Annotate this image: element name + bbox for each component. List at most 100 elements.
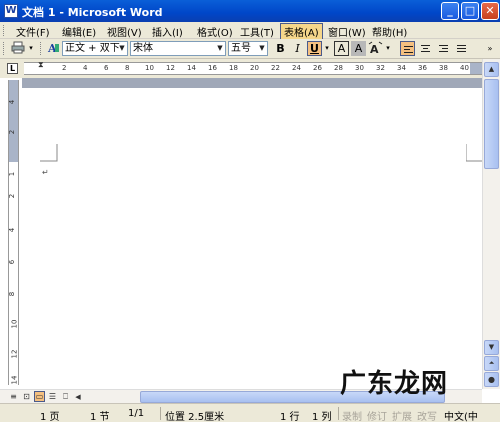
ruler-tick: 34 xyxy=(397,64,406,72)
status-line: 1 行 xyxy=(280,412,300,422)
print-icon[interactable] xyxy=(10,41,26,56)
status-divider xyxy=(338,407,339,420)
style-combo[interactable]: 正文 + 双下 ▼ xyxy=(62,41,128,56)
scroll-left-arrow-icon[interactable]: ◀ xyxy=(72,391,84,403)
ruler-tick: 36 xyxy=(418,64,427,72)
menu-file[interactable]: 文件(F) xyxy=(14,24,52,39)
ruler-tick: 4 xyxy=(83,64,88,72)
top-margin-shade xyxy=(9,80,18,162)
vruler-tick: 4 xyxy=(8,227,17,233)
web-layout-view-icon[interactable]: ⊡ xyxy=(21,391,32,402)
status-section: 1 节 xyxy=(90,412,110,422)
align-right-button[interactable] xyxy=(436,41,451,56)
menubar-grip[interactable] xyxy=(3,25,6,36)
indent-marker-icon[interactable]: ⧗ xyxy=(38,61,44,69)
ruler-tick: 22 xyxy=(271,64,280,72)
status-position: 位置 2.5厘米 xyxy=(165,412,225,422)
vruler-tick: 12 xyxy=(10,349,19,359)
menu-format[interactable]: 格式(O) xyxy=(195,24,235,39)
menu-help[interactable]: 帮助(H) xyxy=(370,24,409,39)
toolbar2-grip[interactable] xyxy=(40,42,43,55)
chevron-down-icon[interactable]: ▼ xyxy=(117,42,127,55)
status-record-macro[interactable]: 录制 xyxy=(342,408,362,422)
maximize-button[interactable]: □ xyxy=(461,2,479,20)
outline-view-icon[interactable]: ☰ xyxy=(47,391,58,402)
ruler-tick: 28 xyxy=(334,64,343,72)
document-page[interactable] xyxy=(22,88,483,388)
character-shading-button[interactable]: A xyxy=(351,41,366,56)
italic-button[interactable]: I xyxy=(290,41,305,56)
font-combo[interactable]: 宋体 ▼ xyxy=(130,41,226,56)
vruler-tick: 2 xyxy=(8,193,17,199)
ruler-row: L ⧗ 2 4 6 8 10 12 14 16 18 20 22 24 26 2… xyxy=(0,59,500,78)
align-right-icon xyxy=(439,45,448,54)
font-combo-value: 宋体 xyxy=(133,43,153,54)
formatting-toolbar: ▾ A 正文 + 双下 ▼ 宋体 ▼ 五号 ▼ B I U ▾ A A A ▾ … xyxy=(0,39,500,59)
tab-selector[interactable]: L xyxy=(7,63,18,74)
vertical-scrollbar[interactable]: ▲ ▼ ⏶ ● xyxy=(482,59,500,389)
styles-formatting-icon[interactable]: A xyxy=(46,41,60,56)
normal-view-icon[interactable]: ≡ xyxy=(8,391,19,402)
word-app-icon[interactable]: W xyxy=(4,4,18,18)
margin-corner-top-left xyxy=(40,144,58,162)
toolbar-overflow-chevron-icon[interactable]: » xyxy=(484,41,496,56)
ruler-tick: 8 xyxy=(125,64,130,72)
menu-view[interactable]: 视图(V) xyxy=(105,24,144,39)
menu-table[interactable]: 表格(A) xyxy=(280,23,323,40)
align-center-icon xyxy=(421,45,430,54)
toolbar-options-chevron-icon[interactable]: ▾ xyxy=(27,41,35,56)
underline-options-chevron-icon[interactable]: ▾ xyxy=(323,41,331,56)
ruler-tick: 16 xyxy=(208,64,217,72)
scaling-options-chevron-icon[interactable]: ▾ xyxy=(384,41,392,56)
close-button[interactable]: ✕ xyxy=(481,2,499,20)
ruler-tick: 30 xyxy=(355,64,364,72)
status-track-changes[interactable]: 修订 xyxy=(367,408,387,422)
scroll-up-arrow-icon[interactable]: ▲ xyxy=(484,62,499,77)
vruler-tick: 2 xyxy=(8,129,17,135)
vruler-tick: 1 xyxy=(8,171,17,177)
status-column: 1 列 xyxy=(312,412,332,422)
vertical-scroll-thumb[interactable] xyxy=(484,79,499,169)
toolbar-grip[interactable] xyxy=(3,42,6,55)
svg-text:A: A xyxy=(370,43,379,56)
status-extend-selection[interactable]: 扩展 xyxy=(392,408,412,422)
reading-layout-view-icon[interactable]: ⎕ xyxy=(60,391,71,402)
chevron-down-icon[interactable]: ▼ xyxy=(215,42,225,55)
watermark-logo: 广东龙网 xyxy=(340,369,449,399)
menu-tools[interactable]: 工具(T) xyxy=(238,24,276,39)
ruler-tick: 20 xyxy=(250,64,259,72)
vruler-tick: 4 xyxy=(8,99,17,105)
select-browse-object-icon[interactable]: ● xyxy=(484,372,499,387)
horizontal-ruler[interactable]: ⧗ 2 4 6 8 10 12 14 16 18 20 22 24 26 28 … xyxy=(24,61,484,75)
underline-button[interactable]: U xyxy=(307,41,322,56)
character-border-button[interactable]: A xyxy=(334,41,349,56)
vruler-tick: 6 xyxy=(8,259,17,265)
ruler-tick: 6 xyxy=(104,64,109,72)
style-combo-value: 正文 + 双下 xyxy=(65,43,120,54)
menu-window[interactable]: 窗口(W) xyxy=(326,24,368,39)
status-overtype[interactable]: 改写 xyxy=(417,408,437,422)
vruler-tick: 10 xyxy=(10,319,19,329)
ruler-tick: 40 xyxy=(460,64,469,72)
chevron-down-icon[interactable]: ▼ xyxy=(257,42,267,55)
print-layout-view-icon[interactable]: ▭ xyxy=(34,391,45,402)
align-left-button[interactable] xyxy=(400,41,415,56)
previous-page-icon[interactable]: ⏶ xyxy=(484,356,499,371)
status-page-count: 1/1 xyxy=(128,408,145,419)
distribute-button[interactable] xyxy=(454,41,469,56)
menu-edit[interactable]: 编辑(E) xyxy=(60,24,98,39)
menu-insert[interactable]: 插入(I) xyxy=(150,24,185,39)
font-size-combo[interactable]: 五号 ▼ xyxy=(228,41,268,56)
status-page: 1 页 xyxy=(40,412,60,422)
ruler-tick: 18 xyxy=(229,64,238,72)
scroll-down-arrow-icon[interactable]: ▼ xyxy=(484,340,499,355)
menu-bar: 文件(F) 编辑(E) 视图(V) 插入(I) 格式(O) 工具(T) 表格(A… xyxy=(0,22,500,40)
vertical-ruler[interactable]: 4 2 1 2 4 6 8 10 12 14 xyxy=(8,80,19,385)
status-language: 中文(中 xyxy=(444,412,478,422)
character-scaling-button[interactable]: A xyxy=(368,41,383,56)
minimize-button[interactable]: _ xyxy=(441,2,459,20)
align-center-button[interactable] xyxy=(418,41,433,56)
bold-button[interactable]: B xyxy=(273,41,288,56)
font-size-value: 五号 xyxy=(231,43,251,54)
distribute-icon xyxy=(457,45,466,54)
